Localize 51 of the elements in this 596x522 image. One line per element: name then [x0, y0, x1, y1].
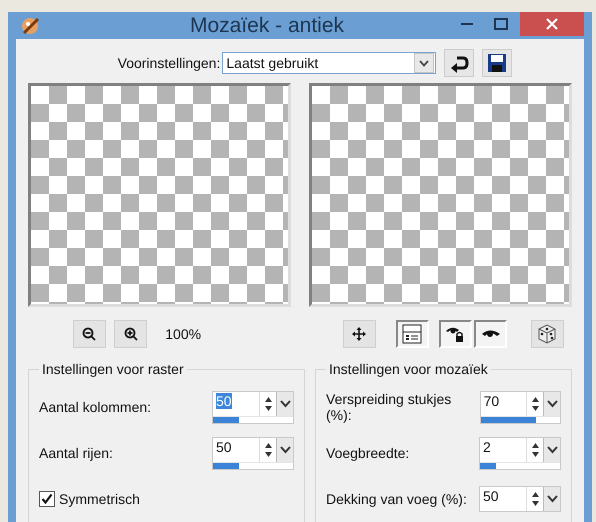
zoom-out-button[interactable] [72, 320, 106, 348]
window-title: Mozaïek - antiek [188, 14, 346, 38]
spin-arrows-icon[interactable] [530, 491, 540, 507]
field-label: Verspreiding stukjes (%): [326, 391, 452, 423]
spin-field[interactable]: 2 [479, 436, 561, 470]
pan-button[interactable] [342, 320, 376, 348]
group-title: Instellingen voor raster [39, 361, 187, 377]
slider-fill[interactable] [480, 462, 496, 468]
field-label: Aantal rijen: [39, 445, 113, 461]
spin-field[interactable]: 50 [212, 436, 294, 470]
move-arrows-icon [352, 327, 366, 341]
zoom-out-icon [82, 327, 96, 341]
group-title: Instellingen voor mozaïek [326, 361, 491, 377]
dice-icon [536, 323, 558, 345]
layout-icon [402, 324, 422, 344]
zoom-level: 100% [165, 326, 202, 342]
presets-label: Voorinstellingen: [118, 55, 220, 71]
slider-fill[interactable] [213, 416, 240, 422]
spin-arrows-icon[interactable] [530, 396, 540, 412]
spin-arrows-icon[interactable] [264, 396, 272, 412]
reset-button[interactable] [444, 49, 474, 77]
checkbox-label: Symmetrisch [59, 491, 140, 507]
slider-fill[interactable] [480, 416, 536, 422]
chevron-down-icon[interactable] [280, 400, 290, 408]
maximize-icon [494, 18, 508, 30]
field-label: Aantal kolommen: [39, 399, 152, 415]
chevron-down-icon[interactable] [280, 446, 290, 454]
spin-field[interactable]: 50 [212, 390, 294, 424]
spin-field[interactable]: 70 [480, 390, 561, 424]
chevron-down-icon[interactable] [546, 446, 558, 454]
spin-field[interactable]: 50 [479, 486, 561, 512]
chevron-down-icon [419, 60, 430, 66]
spin-arrows-icon[interactable] [530, 442, 540, 458]
minimize-icon [461, 22, 473, 26]
chevron-down-icon[interactable] [546, 400, 558, 408]
field-label: Voegbreedte: [326, 445, 410, 461]
spin-arrows-icon[interactable] [264, 442, 272, 458]
toggle-button[interactable] [474, 320, 508, 348]
chevron-down-icon[interactable] [546, 495, 558, 503]
slider-fill[interactable] [213, 462, 240, 468]
checkbox[interactable] [39, 491, 55, 507]
presets-dropdown[interactable]: Laatst gebruikt [222, 52, 436, 74]
toggle-button[interactable] [396, 320, 429, 348]
close-button[interactable] [520, 12, 584, 36]
field-label: Dekking van voeg (%): [326, 491, 467, 507]
save-button[interactable] [482, 49, 512, 77]
close-icon [546, 18, 558, 30]
zoom-in-icon [124, 327, 138, 341]
zoom-in-button[interactable] [114, 320, 148, 348]
random-button[interactable] [530, 320, 564, 348]
toggle-button[interactable] [438, 320, 472, 348]
